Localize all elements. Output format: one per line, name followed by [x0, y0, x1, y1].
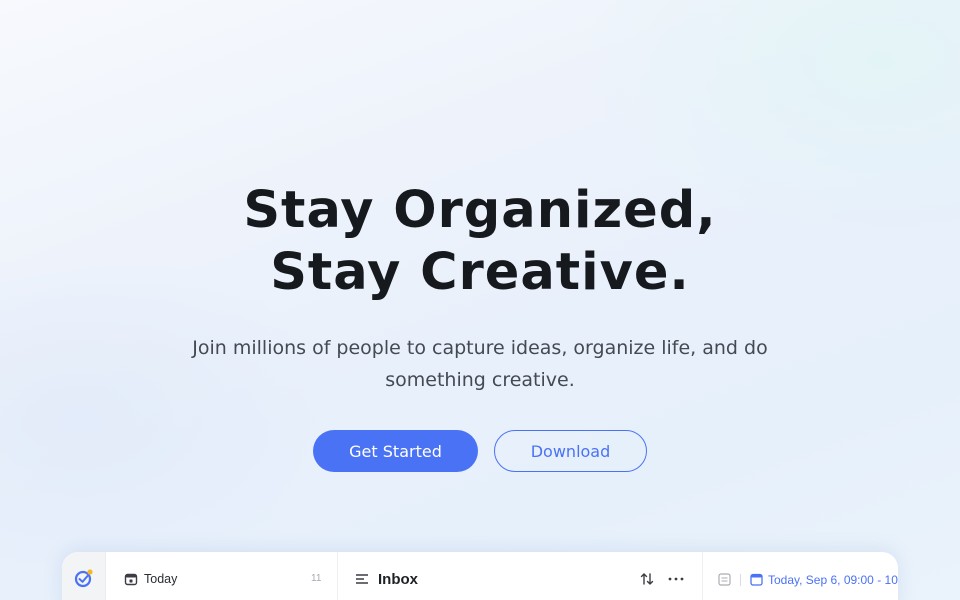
hero-headline: Stay Organized, Stay Creative. — [0, 180, 960, 304]
headline-line-2: Stay Creative. — [270, 243, 690, 302]
get-started-button[interactable]: Get Started — [313, 430, 478, 472]
task-date[interactable]: Today, Sep 6, 09:00 - 10:... — [768, 573, 898, 587]
sidebar-item-count: 11 — [311, 573, 322, 584]
app-logo-icon — [74, 569, 93, 588]
divider — [740, 574, 741, 586]
hero-section: Stay Organized, Stay Creative. Join mill… — [0, 0, 960, 540]
app-preview-window: Today 11 Inbox Today, Sep 6, 09:00 - 10:… — [62, 552, 898, 600]
preview-main-panel: Inbox — [339, 552, 701, 600]
hero-subtext: Join millions of people to capture ideas… — [192, 337, 768, 391]
sort-icon[interactable] — [640, 572, 654, 586]
sidebar-item-today[interactable]: Today 11 — [120, 566, 330, 594]
inbox-title: Inbox — [378, 571, 418, 588]
preview-detail-panel: Today, Sep 6, 09:00 - 10:... — [702, 552, 898, 600]
sidebar-item-label: Today — [144, 572, 178, 586]
app-rail — [62, 552, 106, 600]
checkbox-icon[interactable] — [718, 573, 731, 586]
calendar-icon — [750, 573, 763, 586]
headline-line-1: Stay Organized, — [243, 181, 717, 240]
more-options-icon[interactable] — [667, 572, 685, 586]
preview-sidebar: Today 11 — [106, 552, 338, 600]
calendar-today-icon — [124, 573, 138, 586]
download-button[interactable]: Download — [494, 430, 647, 472]
menu-icon[interactable] — [355, 573, 369, 585]
